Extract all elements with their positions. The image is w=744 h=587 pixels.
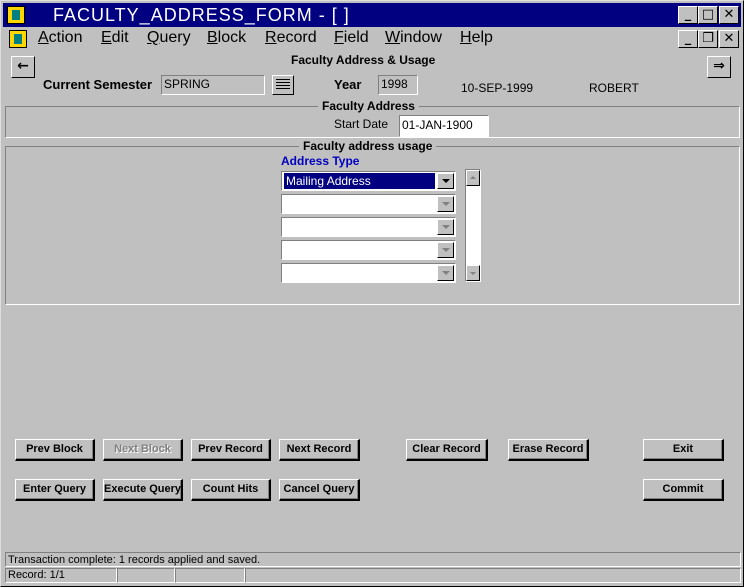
next-record-button[interactable]: Next Record [279, 439, 360, 461]
form-title: Faculty Address & Usage [291, 53, 436, 67]
status-message: Transaction complete: 1 records applied … [5, 552, 741, 567]
doc-restore-button[interactable]: ❐ [698, 30, 718, 48]
list-of-values-button[interactable] [272, 75, 294, 95]
menu-field[interactable]: Field [334, 29, 369, 47]
execute-query-button[interactable]: Execute Query [103, 479, 183, 501]
prev-record-button[interactable]: Prev Record [191, 439, 271, 461]
year-field[interactable]: 1998 [378, 75, 418, 95]
chevron-down-icon[interactable] [437, 265, 454, 281]
address-type-value: Mailing Address [283, 172, 436, 190]
prev-block-button[interactable]: Prev Block [15, 439, 95, 461]
app-icon[interactable] [7, 6, 25, 24]
menu-action[interactable]: Action [38, 29, 82, 47]
chevron-down-icon[interactable] [437, 196, 454, 212]
start-date-field[interactable]: 01-JAN-1900 [399, 115, 489, 137]
count-hits-button[interactable]: Count Hits [191, 479, 271, 501]
enter-query-button[interactable]: Enter Query [15, 479, 95, 501]
status-cell [117, 568, 175, 583]
maximize-button[interactable]: □ [698, 6, 718, 24]
menu-help[interactable]: Help [460, 29, 493, 47]
address-type-value [284, 219, 435, 235]
current-date: 10-SEP-1999 [461, 81, 534, 95]
menu-block[interactable]: Block [207, 29, 246, 47]
address-type-select[interactable]: Mailing Address [281, 171, 456, 191]
address-usage-title: Faculty address usage [299, 139, 437, 153]
document-icon[interactable] [9, 30, 27, 48]
scroll-down-icon[interactable] [466, 265, 480, 281]
address-type-value [284, 265, 435, 281]
address-type-select[interactable] [281, 217, 456, 237]
menu-record[interactable]: Record [265, 29, 317, 47]
next-block-button[interactable]: Next Block [103, 439, 183, 461]
faculty-address-title: Faculty Address [318, 99, 419, 113]
menu-bar: Action Edit Query Block Record Field Win… [3, 28, 741, 50]
address-type-value [284, 242, 435, 258]
address-type-value [284, 196, 435, 212]
address-type-select[interactable] [281, 194, 456, 214]
semester-field[interactable]: SPRING [161, 75, 265, 95]
records-scrollbar[interactable] [465, 169, 481, 282]
menu-edit[interactable]: Edit [101, 29, 129, 47]
start-date-label: Start Date [334, 117, 389, 131]
erase-record-button[interactable]: Erase Record [508, 439, 589, 461]
forward-arrow-icon[interactable]: ⇒ [707, 56, 731, 78]
close-button[interactable]: ✕ [719, 6, 739, 24]
status-cell [175, 568, 245, 583]
form-window: FACULTY_ADDRESS_FORM - [ ] _ □ ✕ Action … [0, 0, 744, 587]
address-type-column-label: Address Type [281, 154, 360, 168]
cancel-query-button[interactable]: Cancel Query [279, 479, 360, 501]
status-cell [245, 568, 741, 583]
scroll-up-icon[interactable] [466, 170, 480, 186]
chevron-down-icon[interactable] [437, 242, 454, 258]
list-icon [276, 79, 290, 91]
commit-button[interactable]: Commit [643, 479, 724, 501]
year-label: Year [334, 77, 362, 92]
exit-button[interactable]: Exit [643, 439, 724, 461]
record-indicator: Record: 1/1 [5, 568, 117, 583]
doc-close-button[interactable]: ✕ [719, 30, 739, 48]
chevron-down-icon[interactable] [437, 219, 454, 235]
clear-record-button[interactable]: Clear Record [406, 439, 488, 461]
semester-label: Current Semester [43, 77, 153, 92]
chevron-down-icon[interactable] [437, 173, 454, 189]
address-type-select[interactable] [281, 263, 456, 283]
current-user: ROBERT [589, 81, 639, 95]
doc-minimize-button[interactable]: _ [678, 30, 698, 48]
back-arrow-icon[interactable]: ← [11, 56, 35, 78]
title-bar[interactable]: FACULTY_ADDRESS_FORM - [ ] _ □ ✕ [3, 3, 741, 27]
minimize-button[interactable]: _ [678, 6, 698, 24]
window-title: FACULTY_ADDRESS_FORM - [ ] [53, 5, 350, 25]
address-type-select[interactable] [281, 240, 456, 260]
menu-window[interactable]: Window [385, 29, 442, 47]
menu-query[interactable]: Query [147, 29, 191, 47]
